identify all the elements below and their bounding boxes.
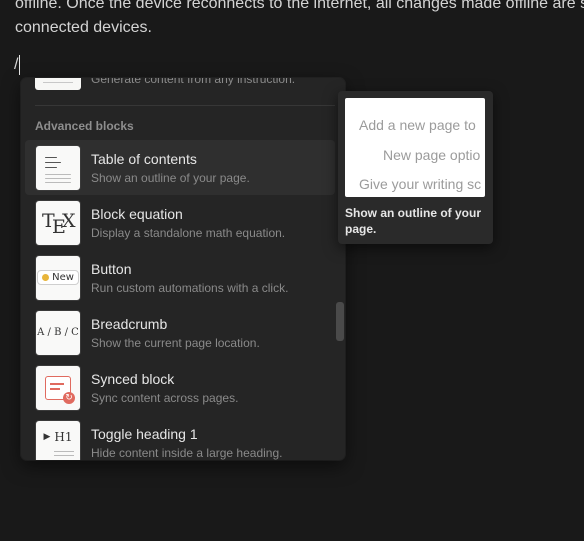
paragraph-line-2: connected devices.: [15, 19, 152, 36]
paragraph-text: offline. Once the device reconnects to t…: [15, 0, 584, 40]
breadcrumb-icon: A / B / C: [35, 309, 81, 356]
section-label-advanced-blocks: Advanced blocks: [35, 119, 134, 133]
menu-item-desc: Run custom automations with a click.: [91, 280, 289, 295]
menu-item-desc: Display a standalone math equation.: [91, 225, 286, 240]
menu-item-title: Breadcrumb: [91, 315, 168, 332]
menu-item-partial[interactable]: [35, 78, 81, 90]
menu-item-table-of-contents[interactable]: Table of contents Show an outline of you…: [25, 140, 335, 195]
menu-item-desc: Sync content across pages.: [91, 390, 239, 405]
menu-item-block-equation[interactable]: T E X Block equation Display a standalon…: [25, 195, 335, 250]
partial-item-desc: Generate content from any instruction.: [91, 78, 296, 86]
button-thumb-label: New: [52, 272, 74, 283]
menu-item-synced-block[interactable]: ↻ Synced block Sync content across pages…: [25, 360, 335, 415]
slash-command-menu: Generate content from any instruction. A…: [21, 78, 345, 460]
menu-item-title: Button: [91, 260, 132, 277]
button-icon: New: [35, 254, 81, 301]
toggle-heading-icon: ▶ H1: [35, 419, 81, 460]
menu-item-title: Synced block: [91, 370, 175, 387]
preview-caption: Show an outline of your page.: [345, 206, 481, 236]
menu-item-desc: Show the current page location.: [91, 335, 260, 350]
preview-card: Add a new page to New page optio Give yo…: [345, 98, 485, 197]
block-preview-tooltip: Add a new page to New page optio Give yo…: [338, 91, 493, 244]
text-caret: [19, 55, 21, 75]
table-of-contents-icon: [35, 144, 81, 191]
notion-editor-page: offline. Once the device reconnects to t…: [0, 0, 584, 541]
tex-x: X: [62, 209, 76, 232]
menu-item-breadcrumb[interactable]: A / B / C Breadcrumb Show the current pa…: [25, 305, 335, 360]
menu-item-button[interactable]: New Button Run custom automations with a…: [25, 250, 335, 305]
menu-divider: [35, 105, 335, 106]
menu-item-desc: Show an outline of your page.: [91, 170, 250, 185]
toggle-heading-thumb-text: H1: [54, 429, 73, 444]
preview-line-2: New page optio: [383, 147, 481, 163]
menu-item-title: Toggle heading 1: [91, 425, 198, 442]
paragraph-line-1: offline. Once the device reconnects to t…: [15, 0, 584, 12]
sync-arrows-icon: ↻: [63, 391, 75, 404]
menu-item-toggle-heading-1[interactable]: ▶ H1 Toggle heading 1 Hide content insid…: [25, 415, 335, 460]
tex-icon: T E X: [35, 199, 81, 246]
breadcrumb-thumb-text: A / B / C: [37, 327, 79, 338]
slash-command-input[interactable]: /: [14, 54, 21, 76]
button-dot-icon: [42, 274, 50, 281]
partial-item-thumbnail: [35, 78, 81, 90]
menu-item-desc: Hide content inside a large heading.: [91, 445, 283, 460]
menu-scroll-area[interactable]: Generate content from any instruction. A…: [21, 78, 335, 460]
menu-scrollbar[interactable]: [336, 302, 344, 341]
menu-item-title: Table of contents: [91, 150, 197, 167]
preview-line-1: Add a new page to: [359, 117, 476, 133]
menu-item-title: Block equation: [91, 205, 183, 222]
slash-text: /: [14, 56, 19, 73]
toggle-triangle-icon: ▶: [43, 431, 51, 442]
synced-block-icon: ↻: [35, 364, 81, 411]
preview-line-3: Give your writing sc: [359, 176, 482, 192]
